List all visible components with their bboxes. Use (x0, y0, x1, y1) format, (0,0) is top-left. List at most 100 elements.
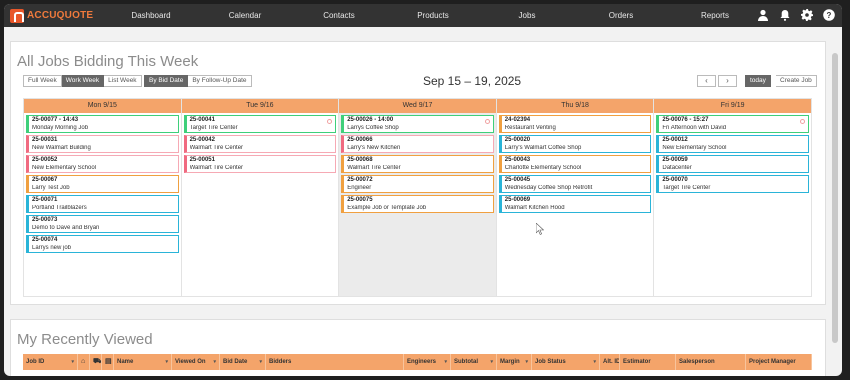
column-header-icon-1[interactable]: ⌂ (78, 354, 90, 370)
sort-icon[interactable]: ▾ (71, 354, 74, 370)
job-event[interactable]: 25-00020 Larry's Walmart Coffee Shop (498, 135, 652, 153)
next-week-button[interactable]: › (718, 75, 737, 87)
job-event[interactable]: 24-02394 Restaurant Venting (498, 115, 652, 133)
column-header-engineers[interactable]: Engineers ▾ (404, 354, 451, 370)
job-event[interactable]: 25-00075 Example Job or Template Job (341, 195, 494, 213)
document-icon: ▤ (105, 358, 112, 365)
day-body[interactable]: 25-00026 - 14:00 Larrys Coffee Shop 25-000… (339, 113, 496, 296)
job-event[interactable]: 25-00059 Datacenter (656, 155, 809, 173)
job-event[interactable]: 25-00069 Walmart Kitchen Hood (498, 195, 652, 213)
help-icon[interactable]: ? (822, 8, 836, 22)
job-id: 25-00067 (32, 177, 58, 183)
job-event[interactable]: 25-00042 Walmart Tire Center (183, 135, 337, 153)
sort-icon[interactable]: ▾ (259, 354, 262, 370)
job-event[interactable]: 25-00051 Walmart Tire Center (183, 155, 337, 173)
column-header-job-id[interactable]: Job ID ▾ (23, 354, 78, 370)
job-event[interactable]: 25-00076 - 15:27 Fri Afternoon with David (656, 115, 809, 133)
job-event[interactable]: 25-00012 New Elementary School (656, 135, 809, 153)
gear-icon[interactable] (800, 8, 814, 22)
job-event[interactable]: 25-00073 Demo to Dave and Bryan (26, 215, 179, 233)
by-bid-datebutton[interactable]: By Bid Date (144, 75, 189, 87)
job-event[interactable]: 25-00070 Target Tire Center (656, 175, 809, 193)
job-name: Larrys new job (32, 244, 72, 251)
day-header: Fri 9/19 (654, 99, 811, 113)
job-name: New Elementary School (32, 164, 97, 171)
bell-icon[interactable] (778, 8, 792, 22)
column-label: Name (117, 359, 134, 365)
day-column[interactable]: Tue 9/16 25-00041 Target Tire Center 25-000… (181, 99, 340, 296)
column-header-alt-id[interactable]: Alt. ID (600, 354, 620, 370)
column-header-name[interactable]: Name ▾ (114, 354, 172, 370)
create-job-button[interactable]: Create Job (776, 75, 817, 87)
column-header-bid-date[interactable]: Bid Date ▾ (220, 354, 266, 370)
job-event[interactable]: 25-00068 Walmart Tire Center (341, 155, 494, 173)
column-header-icon-2[interactable]: ⛟ (90, 354, 102, 370)
column-header-project-manager[interactable]: Project Manager (746, 354, 812, 370)
column-header-bidders[interactable]: Bidders (266, 354, 404, 370)
nav-item-contacts[interactable]: Contacts (292, 4, 386, 27)
nav-item-orders[interactable]: Orders (574, 4, 668, 27)
sort-icon[interactable]: ▾ (593, 354, 596, 370)
logo[interactable]: ACCUQUOTE (10, 8, 110, 23)
column-header-job-status[interactable]: Job Status ▾ (532, 354, 600, 370)
column-header-estimator[interactable]: Estimator (620, 354, 676, 370)
logo-icon (10, 8, 24, 23)
day-column[interactable]: Wed 9/17 25-00026 - 14:00 Larrys Coffee Sh… (339, 99, 497, 296)
job-id: 25-00074 (32, 237, 58, 243)
top-navbar: ACCUQUOTE Dashboard Calendar Contacts Produ… (4, 4, 842, 27)
prev-week-button[interactable]: ‹ (697, 75, 716, 87)
sort-icon[interactable]: ▾ (444, 354, 447, 370)
job-event[interactable]: 25-00052 New Elementary School (26, 155, 179, 173)
job-event[interactable]: 25-00045 Wednesday Coffee Shop Retrofit (498, 175, 652, 193)
nav-item-reports[interactable]: Reports (668, 4, 762, 27)
by-follow-up-datebutton[interactable]: By Follow-Up Date (188, 75, 252, 87)
day-body[interactable]: 24-02394 Restaurant Venting 25-00020 Larry'… (497, 113, 654, 296)
full-week-button[interactable]: Full Week (23, 75, 62, 87)
job-event[interactable]: 25-00072 Engineer (341, 175, 494, 193)
job-event[interactable]: 25-00031 New Walmart Building (26, 135, 179, 153)
scrollbar[interactable] (832, 41, 838, 373)
scrollbar-thumb[interactable] (832, 53, 838, 343)
nav-item-dashboard[interactable]: Dashboard (104, 4, 198, 27)
job-event[interactable]: 25-00043 Charlotte Elementary School (498, 155, 652, 173)
view-toggle: Full Week Work Week List Week (23, 75, 142, 87)
column-header-viewed-on[interactable]: Viewed On ▾ (172, 354, 220, 370)
sort-icon[interactable]: ▾ (165, 354, 168, 370)
day-body[interactable]: 25-00077 - 14:43 Monday Morning Job 25-000… (24, 113, 181, 296)
column-header-subtotal[interactable]: Subtotal ▾ (451, 354, 497, 370)
column-label: Bid Date (223, 359, 248, 365)
job-event[interactable]: 25-00041 Target Tire Center (183, 115, 337, 133)
column-label: Engineers (407, 359, 437, 365)
job-event[interactable]: 25-00071 Portland Trailblazers (26, 195, 179, 213)
user-icon[interactable] (756, 8, 770, 22)
car-icon: ⛟ (93, 358, 102, 365)
job-event[interactable]: 25-00074 Larrys new job (26, 235, 179, 253)
day-column[interactable]: Fri 9/19 25-00076 - 15:27 Fri Afternoon wi… (654, 99, 811, 296)
job-name: Charlotte Elementary School (504, 164, 582, 171)
column-label: Salesperson (679, 359, 715, 365)
job-name: Wednesday Coffee Shop Retrofit (504, 184, 593, 191)
day-body[interactable]: 25-00076 - 15:27 Fri Afternoon with David… (654, 113, 811, 296)
day-column[interactable]: Mon 9/15 25-00077 - 14:43 Monday Morning J… (24, 99, 182, 296)
job-event[interactable]: 25-00067 Larry Test Job (26, 175, 179, 193)
day-column[interactable]: Thu 9/18 24-02394 Restaurant Venting 25-000… (496, 99, 655, 296)
nav-item-jobs[interactable]: Jobs (480, 4, 574, 27)
column-header-margin[interactable]: Margin ▾ (497, 354, 532, 370)
job-event[interactable]: 25-00066 Larry's New Kitchen (341, 135, 494, 153)
job-event[interactable]: 25-00077 - 14:43 Monday Morning Job (26, 115, 179, 133)
column-header-salesperson[interactable]: Salesperson (676, 354, 746, 370)
sort-icon[interactable]: ▾ (525, 354, 528, 370)
nav-item-products[interactable]: Products (386, 4, 480, 27)
work-week-button[interactable]: Work Week (61, 75, 105, 87)
job-name: New Elementary School (662, 144, 727, 151)
nav-item-calendar[interactable]: Calendar (198, 4, 292, 27)
column-header-icon-3[interactable]: ▤ (102, 354, 114, 370)
day-body[interactable]: 25-00041 Target Tire Center 25-00042 Walmar… (182, 113, 339, 296)
sort-icon[interactable]: ▾ (213, 354, 216, 370)
job-event[interactable]: 25-00026 - 14:00 Larrys Coffee Shop (341, 115, 494, 133)
job-id: 25-00075 (347, 197, 373, 203)
job-id: 25-00073 (32, 217, 58, 223)
sort-icon[interactable]: ▾ (490, 354, 493, 370)
today-button[interactable]: today (745, 75, 771, 87)
list-week-button[interactable]: List Week (104, 75, 142, 87)
